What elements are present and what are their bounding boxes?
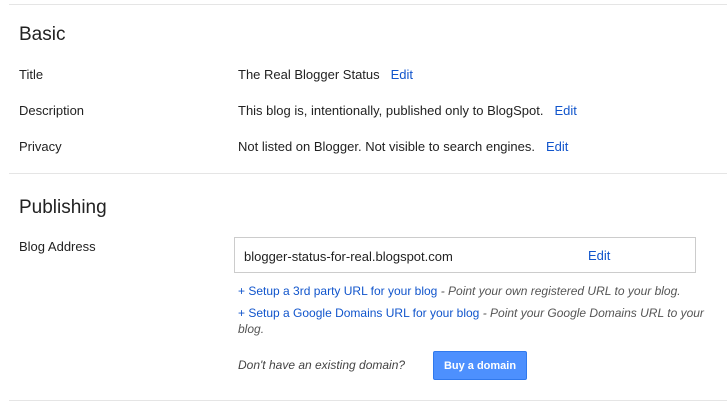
blog-title-text: The Real Blogger Status — [238, 67, 380, 82]
value-privacy: Not listed on Blogger. Not visible to se… — [238, 139, 568, 154]
buy-domain-button[interactable]: Buy a domain — [433, 351, 527, 380]
section-title-publishing: Publishing — [19, 197, 107, 218]
edit-address-link[interactable]: Edit — [588, 248, 610, 263]
edit-description-link[interactable]: Edit — [554, 103, 576, 118]
edit-title-link[interactable]: Edit — [391, 67, 413, 82]
section-divider — [9, 173, 727, 174]
blog-address-box: blogger-status-for-real.blogspot.com Edi… — [234, 237, 696, 273]
edit-privacy-link[interactable]: Edit — [546, 139, 568, 154]
section-title-basic: Basic — [19, 24, 66, 45]
setup-third-party-url-link[interactable]: + Setup a 3rd party URL for your blog — [238, 284, 437, 298]
label-title: Title — [19, 67, 44, 82]
third-party-url-row: + Setup a 3rd party URL for your blog - … — [238, 283, 708, 299]
top-divider — [9, 4, 727, 5]
third-party-url-description: - Point your own registered URL to your … — [440, 284, 681, 298]
google-domains-url-row: + Setup a Google Domains URL for your bl… — [238, 305, 708, 337]
bottom-divider — [9, 400, 727, 401]
description-text: This blog is, intentionally, published o… — [238, 103, 544, 118]
label-description: Description — [19, 103, 85, 118]
blog-address-text: blogger-status-for-real.blogspot.com — [244, 249, 453, 264]
value-title: The Real Blogger Status Edit — [238, 67, 413, 82]
setup-google-domains-url-link[interactable]: + Setup a Google Domains URL for your bl… — [238, 306, 479, 320]
value-description: This blog is, intentionally, published o… — [238, 103, 577, 118]
label-blog-address: Blog Address — [19, 239, 96, 254]
label-privacy: Privacy — [19, 139, 62, 154]
no-domain-text: Don't have an existing domain? — [238, 358, 406, 372]
privacy-text: Not listed on Blogger. Not visible to se… — [238, 139, 536, 154]
